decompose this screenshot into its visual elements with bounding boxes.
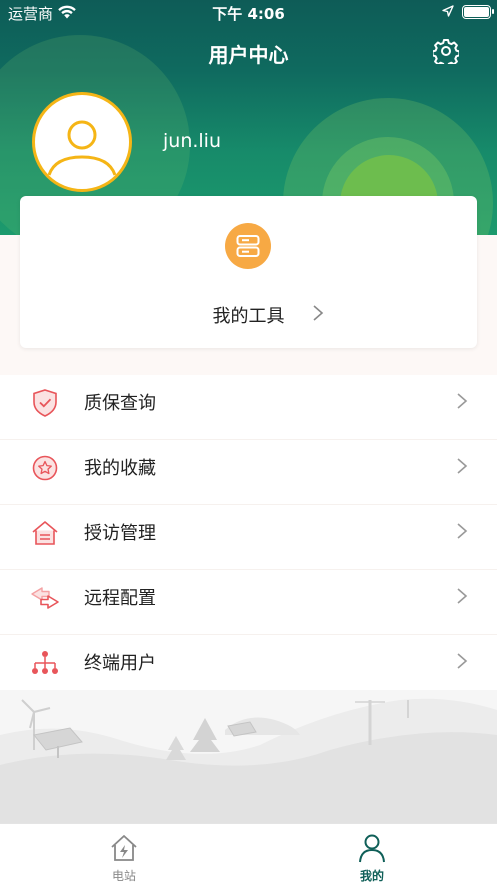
menu-item-label: 质保查询 <box>84 393 156 414</box>
menu-item-access-management[interactable]: 授访管理 <box>0 505 497 570</box>
status-bar: 运营商 下午 4:06 <box>0 0 497 26</box>
star-badge-icon <box>32 455 58 481</box>
menu-list: 质保查询 我的收藏 授访管理 远程配置 终端用户 <box>0 375 497 700</box>
person-icon <box>359 834 385 863</box>
chevron-right-icon <box>457 588 468 604</box>
avatar[interactable] <box>32 92 132 192</box>
chevron-right-icon <box>457 653 468 669</box>
tab-power-station[interactable]: 电站 <box>0 824 248 883</box>
house-bolt-icon <box>111 835 137 861</box>
my-tools-label: 我的工具 <box>212 306 285 327</box>
page-title: 用户中心 <box>208 43 289 67</box>
tab-label: 我的 <box>359 869 384 883</box>
menu-item-label: 我的收藏 <box>84 458 156 479</box>
location-arrow-icon <box>442 5 454 17</box>
menu-item-favorites[interactable]: 我的收藏 <box>0 440 497 505</box>
my-tools-card[interactable]: 我的工具 <box>20 196 477 348</box>
chevron-right-icon <box>457 393 468 409</box>
house-list-icon <box>32 521 58 545</box>
clock: 下午 4:06 <box>212 5 285 23</box>
tab-label: 电站 <box>111 869 136 883</box>
gear-icon[interactable] <box>433 38 459 64</box>
landscape-illustration <box>0 690 497 825</box>
server-icon <box>225 223 271 269</box>
username: jun.liu <box>163 130 222 152</box>
arrows-exchange-icon <box>31 587 59 609</box>
navbar: 用户中心 <box>0 26 497 76</box>
menu-item-label: 终端用户 <box>84 653 156 674</box>
user-avatar-icon <box>47 120 117 176</box>
network-users-icon <box>32 651 58 674</box>
battery-icon <box>462 5 494 19</box>
chevron-right-icon <box>457 523 468 539</box>
chevron-right-icon <box>313 305 324 321</box>
menu-item-remote-config[interactable]: 远程配置 <box>0 570 497 635</box>
menu-item-label: 远程配置 <box>84 588 156 609</box>
menu-item-label: 授访管理 <box>84 523 156 544</box>
chevron-right-icon <box>457 458 468 474</box>
menu-item-warranty-query[interactable]: 质保查询 <box>0 375 497 440</box>
tab-mine[interactable]: 我的 <box>248 824 496 883</box>
user-center-screen: 运营商 下午 4:06 用户中心 jun.liu 我的工具 质保查询 我的收藏 … <box>0 0 497 883</box>
shield-check-icon <box>33 389 57 417</box>
tab-bar: 电站 我的 <box>0 823 497 883</box>
